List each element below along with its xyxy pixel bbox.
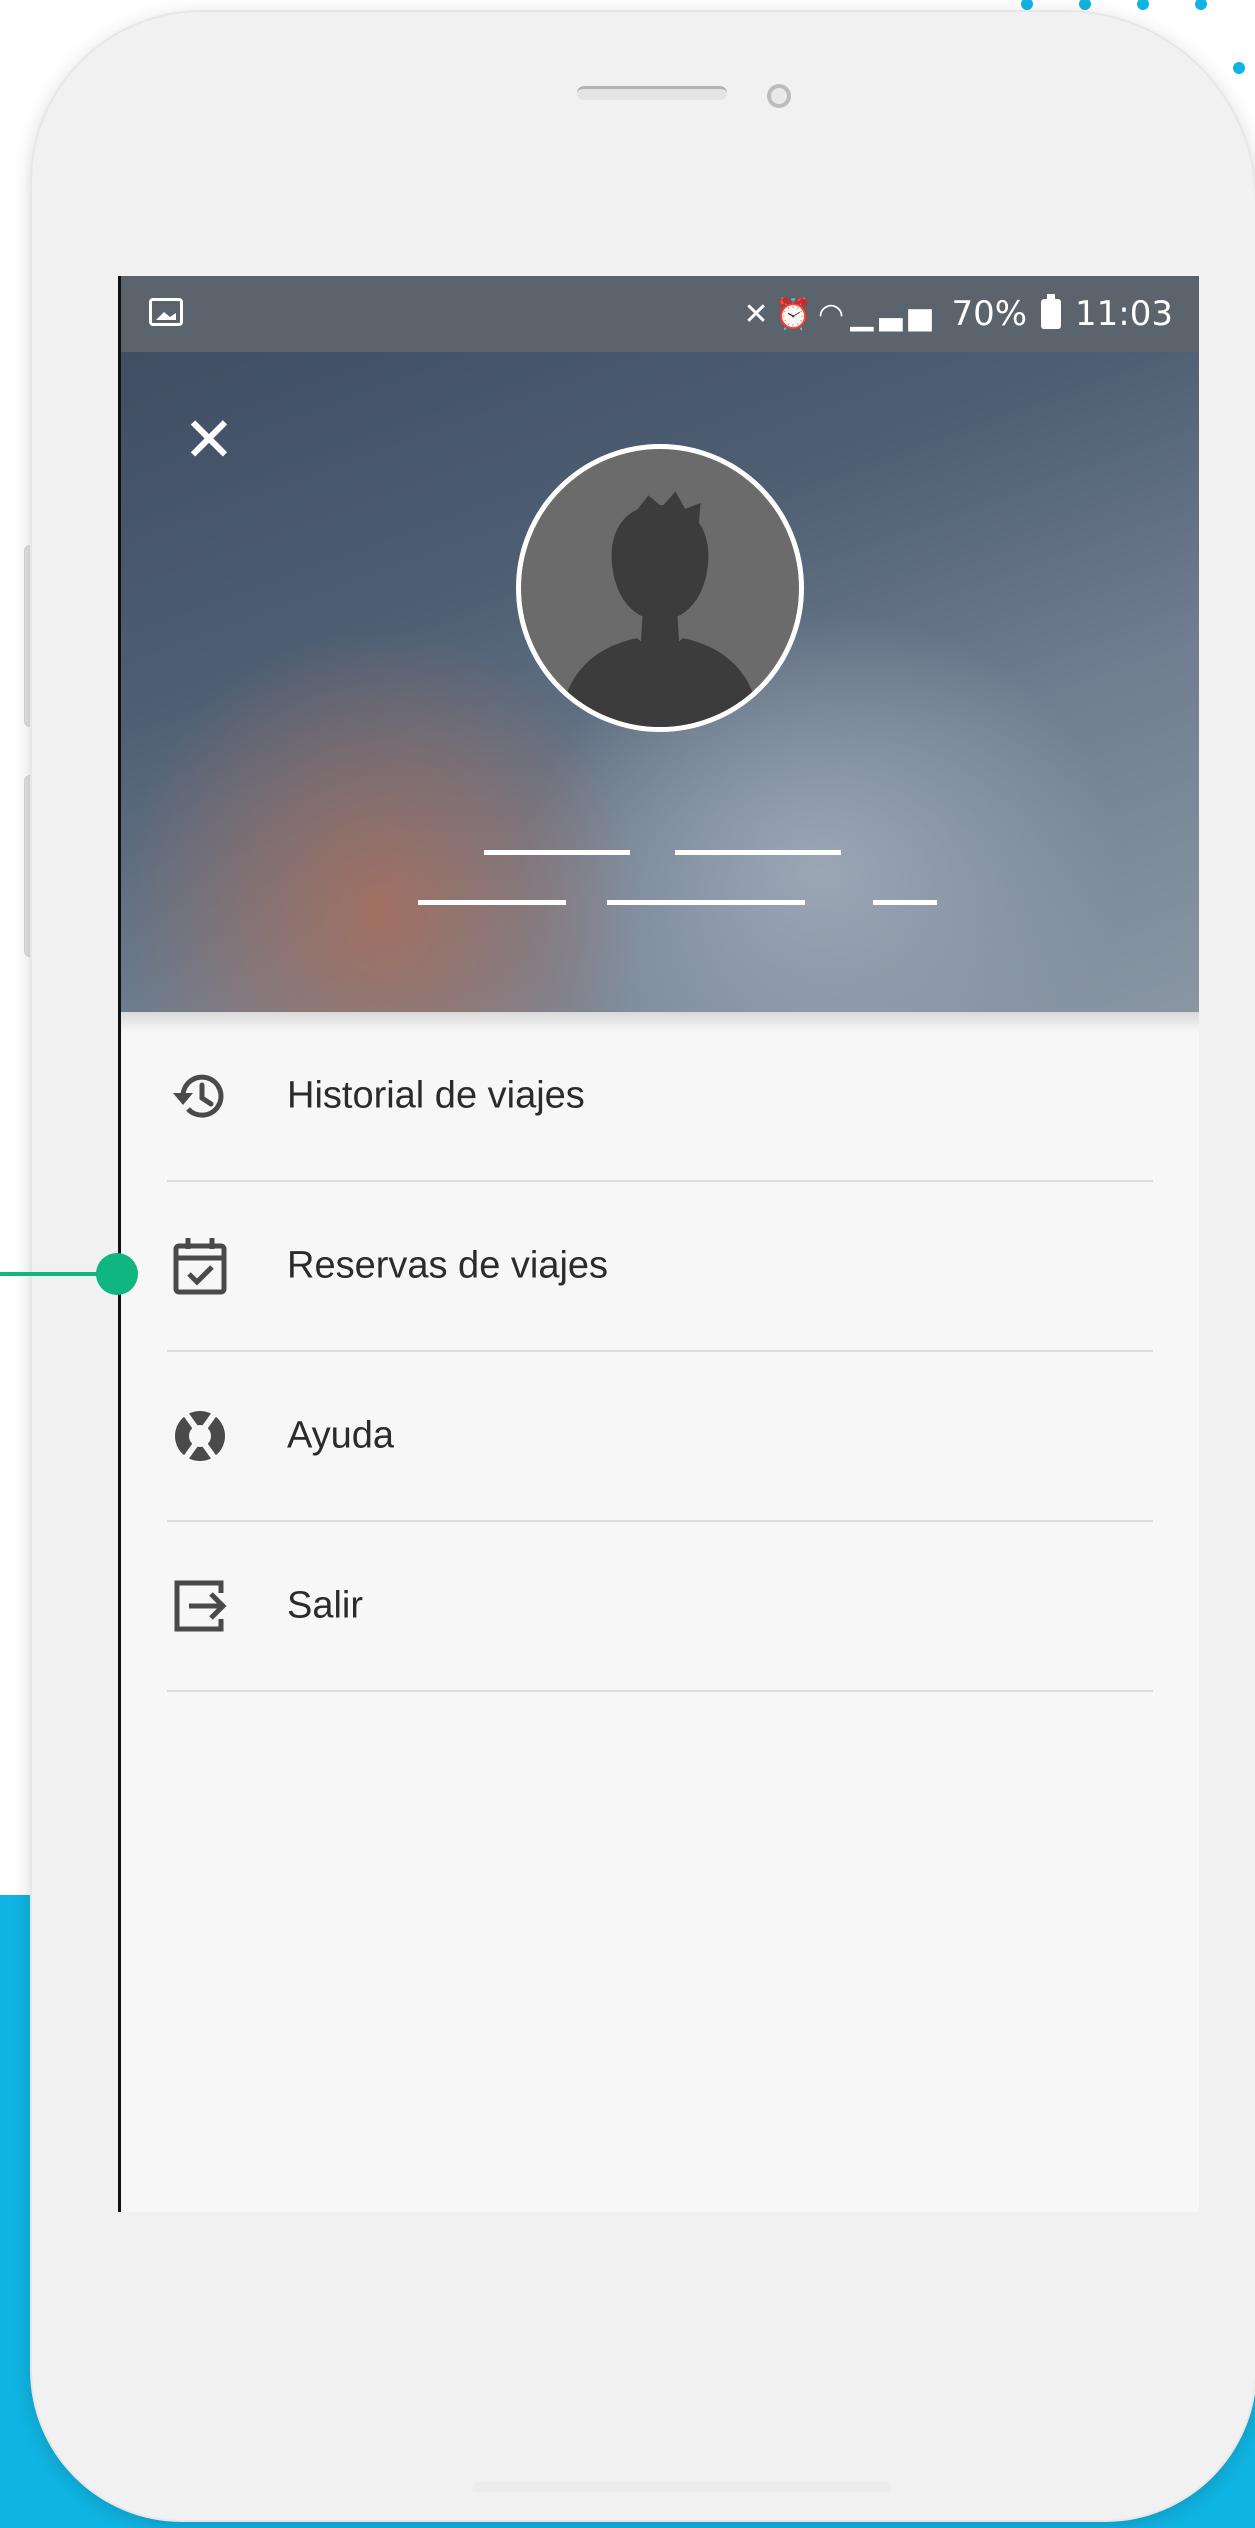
person-silhouette-icon bbox=[559, 491, 761, 727]
close-icon[interactable]: ✕ bbox=[179, 409, 239, 471]
menu-item-historial[interactable]: Historial de viajes bbox=[167, 1012, 1153, 1182]
phone-camera bbox=[767, 84, 791, 108]
status-icons: ✕⏰◠▁▃▅ bbox=[744, 297, 938, 332]
phone-home-bar bbox=[472, 2482, 892, 2492]
lifebuoy-icon bbox=[167, 1403, 233, 1469]
clock: 11:03 bbox=[1075, 294, 1173, 334]
calendar-check-icon bbox=[167, 1233, 233, 1299]
phone-screen: ✕⏰◠▁▃▅ 70% 11:03 ✕ Historial de viajes R… bbox=[118, 276, 1199, 2212]
menu-item-label: Historial de viajes bbox=[287, 1074, 585, 1117]
phone-frame: ✕⏰◠▁▃▅ 70% 11:03 ✕ Historial de viajes R… bbox=[32, 12, 1255, 2520]
status-bar: ✕⏰◠▁▃▅ 70% 11:03 bbox=[121, 276, 1199, 352]
name-placeholder-line bbox=[484, 850, 630, 855]
battery-icon bbox=[1041, 294, 1062, 329]
profile-header: ✕ bbox=[121, 352, 1199, 1012]
menu-item-salir[interactable]: Salir bbox=[167, 1522, 1153, 1692]
phone-speaker bbox=[577, 86, 727, 100]
drawer-menu: Historial de viajes Reservas de viajes A… bbox=[121, 1012, 1199, 1692]
mute-icon: ✕ bbox=[743, 296, 775, 332]
callout-connector-dot bbox=[96, 1253, 138, 1295]
signal-icon: ▁▃▅ bbox=[850, 296, 938, 332]
email-placeholder-line bbox=[418, 900, 566, 905]
email-placeholder-line bbox=[607, 900, 805, 905]
history-icon bbox=[167, 1063, 233, 1129]
menu-item-ayuda[interactable]: Ayuda bbox=[167, 1352, 1153, 1522]
menu-item-label: Salir bbox=[287, 1584, 364, 1627]
avatar[interactable] bbox=[516, 444, 804, 732]
alarm-icon: ⏰ bbox=[774, 296, 819, 332]
wifi-icon: ◠ bbox=[818, 296, 851, 332]
image-icon bbox=[149, 298, 183, 326]
logout-icon bbox=[167, 1573, 233, 1639]
battery-percent: 70% bbox=[951, 294, 1028, 334]
menu-item-reservas[interactable]: Reservas de viajes bbox=[167, 1182, 1153, 1352]
name-placeholder-line bbox=[675, 850, 841, 855]
email-placeholder-line bbox=[873, 900, 937, 905]
menu-item-label: Ayuda bbox=[287, 1414, 395, 1457]
menu-item-label: Reservas de viajes bbox=[287, 1244, 609, 1287]
